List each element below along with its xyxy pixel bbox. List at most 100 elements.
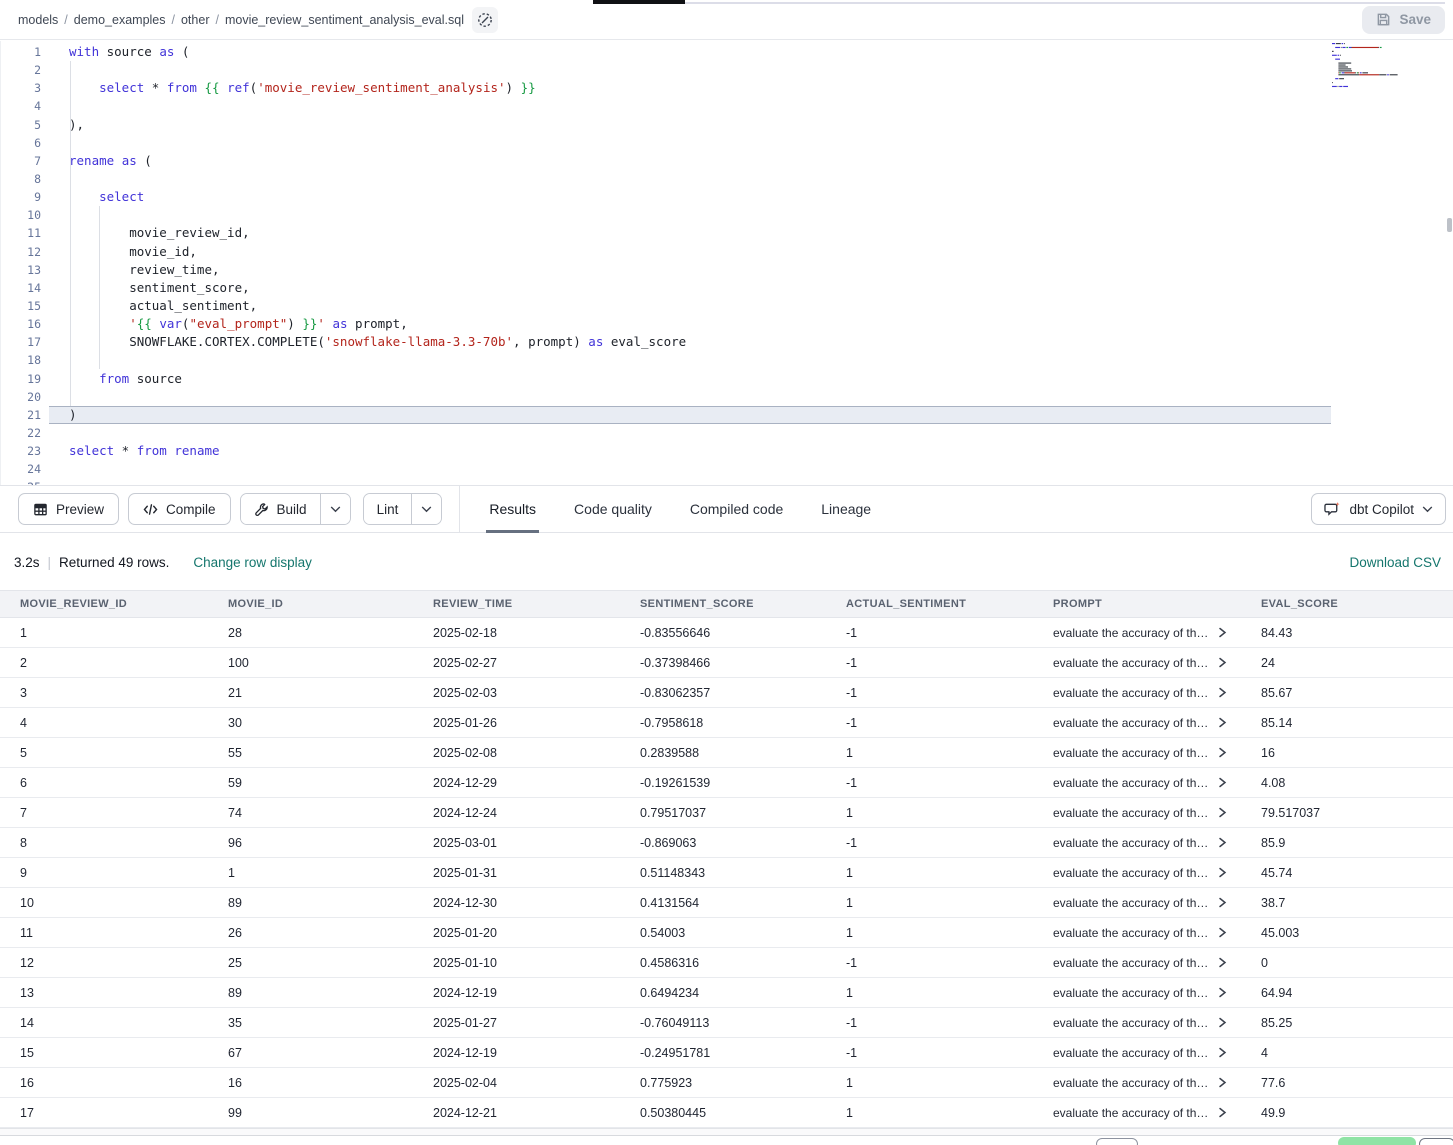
chevron-right-icon [1218,837,1227,848]
cell-sentiment_score: 0.2839588 [620,746,826,760]
code-line-7[interactable]: 7rename as ( [1,152,1453,170]
build-button[interactable]: Build [241,494,320,524]
preview-button[interactable]: Preview [18,493,119,525]
prompt-text: evaluate the accuracy of the res… [1053,1016,1212,1030]
expand-prompt-button[interactable] [1212,777,1227,788]
expand-prompt-button[interactable] [1212,657,1227,668]
editor-minimap[interactable] [1332,43,1430,97]
cell-movie_review_id: 17 [0,1106,208,1120]
lint-dropdown-button[interactable] [411,494,441,524]
expand-prompt-button[interactable] [1212,867,1227,878]
model-state-icon-button[interactable] [472,7,498,33]
cell-prompt: evaluate the accuracy of the res… [1033,836,1241,850]
expand-prompt-button[interactable] [1212,687,1227,698]
chevron-right-icon [1218,807,1227,818]
expand-prompt-button[interactable] [1212,897,1227,908]
expand-prompt-button[interactable] [1212,837,1227,848]
save-button[interactable]: Save [1362,6,1445,34]
chevron-down-icon [330,506,341,513]
expand-prompt-button[interactable] [1212,717,1227,728]
line-number: 13 [1,261,41,279]
code-line-9[interactable]: 9 select [1,188,1453,206]
breadcrumb-item[interactable]: demo_examples [74,13,166,27]
cell-prompt: evaluate the accuracy of the res… [1033,716,1241,730]
cell-movie_review_id: 1 [0,626,208,640]
code-text: movie_review_id, [69,224,250,242]
cell-movie_review_id: 7 [0,806,208,820]
prompt-text: evaluate the accuracy of the res… [1053,866,1212,880]
column-header-review_time: REVIEW_TIME [413,598,620,610]
chevron-right-icon [1218,1077,1227,1088]
code-line-24[interactable]: 24 [1,460,1453,478]
tab-code-quality[interactable]: Code quality [571,485,655,533]
cell-eval_score: 24 [1241,656,1453,670]
code-line-18[interactable]: 18 [1,351,1453,369]
expand-prompt-button[interactable] [1212,957,1227,968]
code-line-17[interactable]: 17 SNOWFLAKE.CORTEX.COMPLETE('snowflake-… [1,333,1453,351]
expand-prompt-button[interactable] [1212,1077,1227,1088]
horizontal-scrollbar[interactable] [0,1128,1453,1136]
code-line-1[interactable]: 1with source as ( [1,43,1453,61]
prompt-text: evaluate the accuracy of the res… [1053,1046,1212,1060]
code-line-25[interactable]: 25 [1,478,1453,485]
build-dropdown-button[interactable] [320,494,350,524]
editor-scrollbar-thumb[interactable] [1447,218,1452,232]
expand-prompt-button[interactable] [1212,1047,1227,1058]
download-csv-link[interactable]: Download CSV [1349,555,1441,570]
code-line-20[interactable]: 20 [1,388,1453,406]
code-line-6[interactable]: 6 [1,134,1453,152]
tab-lineage[interactable]: Lineage [818,485,874,533]
code-line-15[interactable]: 15 actual_sentiment, [1,297,1453,315]
code-line-23[interactable]: 23select * from rename [1,442,1453,460]
breadcrumb-item[interactable]: other [181,13,210,27]
code-line-10[interactable]: 10 [1,206,1453,224]
code-line-16[interactable]: 16 '{{ var("eval_prompt") }}' as prompt, [1,315,1453,333]
expand-prompt-button[interactable] [1212,1017,1227,1028]
compile-label: Compile [166,502,216,517]
expand-prompt-button[interactable] [1212,1107,1227,1118]
expand-prompt-button[interactable] [1212,747,1227,758]
cell-sentiment_score: 0.4131564 [620,896,826,910]
change-row-display-link[interactable]: Change row display [193,555,312,570]
expand-prompt-button[interactable] [1212,927,1227,938]
results-table: MOVIE_REVIEW_IDMOVIE_IDREVIEW_TIMESENTIM… [0,590,1453,1128]
code-line-5[interactable]: 5), [1,116,1453,134]
cell-review_time: 2024-12-30 [413,896,620,910]
line-number: 17 [1,333,41,351]
expand-prompt-button[interactable] [1212,807,1227,818]
tab-compiled-code[interactable]: Compiled code [687,485,786,533]
cell-sentiment_score: -0.37398466 [620,656,826,670]
breadcrumb-item[interactable]: models [18,13,58,27]
code-line-14[interactable]: 14 sentiment_score, [1,279,1453,297]
compile-button[interactable]: Compile [128,493,231,525]
expand-prompt-button[interactable] [1212,627,1227,638]
code-line-12[interactable]: 12 movie_id, [1,243,1453,261]
code-line-11[interactable]: 11 movie_review_id, [1,224,1453,242]
cell-movie_id: 26 [208,926,413,940]
code-line-21[interactable]: 21) [1,406,1453,424]
table-row: 16162025-02-040.7759231evaluate the accu… [0,1068,1453,1098]
lint-button[interactable]: Lint [364,494,412,524]
code-line-19[interactable]: 19 from source [1,370,1453,388]
tab-results[interactable]: Results [486,485,539,533]
code-line-3[interactable]: 3 select * from {{ ref('movie_review_sen… [1,79,1453,97]
dbt-copilot-button[interactable]: dbt Copilot [1311,493,1446,525]
breadcrumb-item[interactable]: movie_review_sentiment_analysis_eval.sql [225,13,464,27]
bottom-partial-button[interactable] [1096,1138,1138,1145]
table-row: 912025-01-310.511483431evaluate the accu… [0,858,1453,888]
expand-prompt-button[interactable] [1212,987,1227,998]
code-line-4[interactable]: 4 [1,97,1453,115]
cell-movie_id: 21 [208,686,413,700]
code-line-22[interactable]: 22 [1,424,1453,442]
cell-movie_id: 16 [208,1076,413,1090]
cell-movie_review_id: 3 [0,686,208,700]
code-editor[interactable]: 1with source as (23 select * from {{ ref… [0,41,1453,485]
code-line-8[interactable]: 8 [1,170,1453,188]
bottom-partial-button[interactable] [1419,1138,1453,1145]
bottom-partial-green-button[interactable] [1338,1137,1416,1145]
chevron-right-icon [1218,1017,1227,1028]
code-line-2[interactable]: 2 [1,61,1453,79]
cell-movie_id: 67 [208,1046,413,1060]
table-row: 11262025-01-200.540031evaluate the accur… [0,918,1453,948]
code-line-13[interactable]: 13 review_time, [1,261,1453,279]
